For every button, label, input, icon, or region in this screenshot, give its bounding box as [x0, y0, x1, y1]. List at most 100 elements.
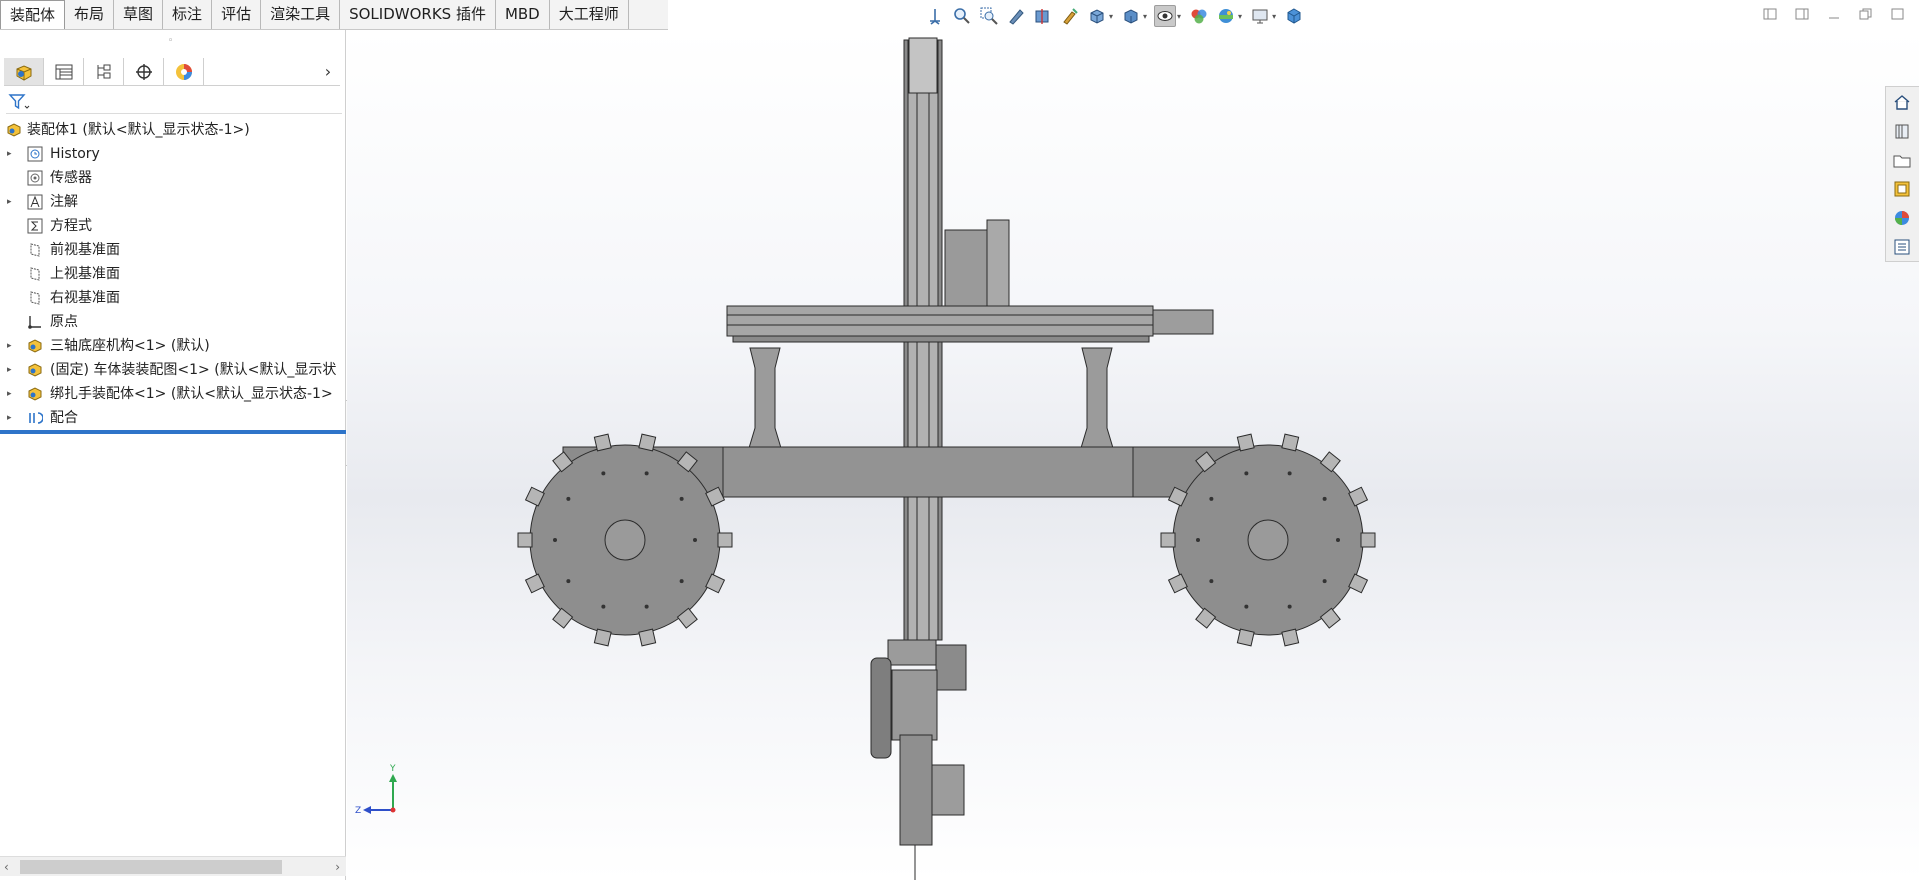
wheel-bolt-hole — [644, 471, 649, 476]
history-icon — [27, 146, 43, 162]
appearances-icon[interactable] — [1886, 203, 1918, 232]
feature-manager-tab[interactable] — [4, 58, 44, 85]
wheel-bolt-hole — [1244, 471, 1249, 476]
tree-item-tri-axis-base[interactable]: ▸ 三轴底座机构<1> (默认) — [0, 334, 346, 358]
tile-left-icon[interactable] — [1761, 4, 1779, 24]
dropdown-arrow-icon[interactable]: ▾ — [1177, 12, 1181, 21]
assembly-model-view[interactable] — [347, 30, 1919, 880]
tree-item-binding-hand[interactable]: ▸ 绑扎手装配体<1> (默认<默认_显示状态-1> — [0, 382, 346, 406]
wheel-claw — [517, 532, 533, 548]
tree-item-history[interactable]: ▸ History — [0, 142, 346, 166]
expand-arrow-icon[interactable]: ▸ — [7, 358, 12, 382]
wheel-claw — [1236, 433, 1255, 452]
tile-right-icon[interactable] — [1793, 4, 1811, 24]
assembly-icon — [6, 122, 22, 138]
restore-icon[interactable] — [1857, 4, 1875, 24]
edit-appearance-icon[interactable] — [1188, 5, 1210, 27]
pane-grip-icon[interactable]: ◦ — [168, 36, 173, 46]
scroll-right-icon[interactable]: › — [335, 857, 340, 877]
tab-solidworks-addins[interactable]: SOLIDWORKS 插件 — [340, 0, 496, 29]
wheel-claw — [593, 628, 612, 647]
wheel-claw — [1281, 628, 1300, 647]
wheel-bolt-hole — [553, 538, 557, 542]
tree-item-mates[interactable]: ▸ 配合 — [0, 406, 346, 430]
tree-item-front-plane[interactable]: 前视基准面 — [0, 238, 346, 262]
plane-icon — [27, 266, 43, 282]
sensor-icon — [27, 170, 43, 186]
hide-show-items-icon[interactable] — [1154, 5, 1177, 27]
view-settings-icon[interactable] — [1249, 5, 1271, 27]
tree-item-top-plane[interactable]: 上视基准面 — [0, 262, 346, 286]
expand-arrow-icon[interactable]: ▸ — [7, 334, 12, 358]
chevron-right-icon[interactable]: › — [316, 58, 340, 85]
horizontal-scrollbar[interactable]: ‹ › — [0, 856, 346, 876]
dropdown-arrow-icon[interactable]: ▾ — [1109, 12, 1113, 21]
home-icon[interactable] — [1886, 87, 1918, 116]
expand-arrow-icon[interactable]: ▸ — [7, 406, 12, 430]
custom-properties-icon[interactable] — [1886, 232, 1918, 261]
expand-arrow-icon[interactable]: ▸ — [7, 190, 12, 214]
feature-manager-tabs: › — [4, 58, 340, 86]
equation-icon — [27, 218, 43, 234]
tree-item-sensors[interactable]: 传感器 — [0, 166, 346, 190]
tab-engineer[interactable]: 大工程师 — [550, 0, 629, 29]
tree-item-equations[interactable]: 方程式 — [0, 214, 346, 238]
previous-view-icon[interactable] — [1005, 5, 1027, 27]
task-pane-tabs — [1885, 86, 1919, 262]
filter-icon[interactable] — [6, 90, 342, 114]
tree-item-right-plane[interactable]: 右视基准面 — [0, 286, 346, 310]
wheel-bolt-hole — [1336, 538, 1340, 542]
property-manager-tab[interactable] — [44, 58, 84, 85]
wheel-bolt-hole — [679, 579, 684, 584]
triad-y-label: Y — [389, 764, 396, 774]
view-orientation-dropdown-icon[interactable] — [1086, 5, 1108, 27]
scrollbar-thumb[interactable] — [20, 860, 282, 874]
tab-sketch[interactable]: 草图 — [114, 0, 164, 29]
tree-root-assembly[interactable]: 装配体1 (默认<默认_显示状态-1>) — [0, 118, 346, 142]
dropdown-arrow-icon[interactable]: ▾ — [1238, 12, 1242, 21]
scroll-left-icon[interactable]: ‹ — [4, 857, 9, 877]
wheel-bolt-hole — [644, 604, 649, 609]
view-orientation-icon[interactable] — [924, 5, 946, 27]
display-style-icon[interactable] — [1120, 5, 1142, 27]
zoom-to-area-icon[interactable] — [978, 5, 1000, 27]
tab-render-tools[interactable]: 渲染工具 — [261, 0, 341, 29]
dropdown-arrow-icon[interactable]: ▾ — [1143, 12, 1147, 21]
wheel-bolt-hole — [1209, 496, 1214, 501]
tab-evaluate[interactable]: 评估 — [212, 0, 262, 29]
display-manager-tab[interactable] — [164, 58, 204, 85]
tree-item-annotations[interactable]: ▸ 注解 — [0, 190, 346, 214]
tab-layout[interactable]: 布局 — [65, 0, 115, 29]
file-explorer-icon[interactable] — [1886, 145, 1918, 174]
3d-view-icon[interactable] — [1283, 5, 1305, 27]
wheel-bolt-hole — [566, 496, 571, 501]
wheel-bolt-hole — [1196, 538, 1200, 542]
wheel-bolt-hole — [1287, 471, 1292, 476]
section-view-icon[interactable] — [1032, 5, 1054, 27]
wheel-bolt-hole — [566, 579, 571, 584]
configuration-manager-tab[interactable] — [84, 58, 124, 85]
dynamic-annotation-icon[interactable] — [1059, 5, 1081, 27]
expand-arrow-icon[interactable]: ▸ — [7, 382, 12, 406]
expand-arrow-icon[interactable]: ▸ — [7, 142, 12, 166]
wheel-claw — [1360, 532, 1376, 548]
wheel-claw — [638, 628, 657, 647]
dimxpert-manager-tab[interactable] — [124, 58, 164, 85]
tab-mbd[interactable]: MBD — [496, 0, 550, 29]
tree-item-vehicle-body[interactable]: ▸ (固定) 车体装装配图<1> (默认<默认_显示状 — [0, 358, 346, 382]
view-palette-icon[interactable] — [1886, 174, 1918, 203]
wheel-bolt-hole — [601, 604, 606, 609]
minimize-icon[interactable] — [1825, 4, 1843, 24]
tab-assembly[interactable]: 装配体 — [0, 0, 66, 29]
tree-item-origin[interactable]: 原点 — [0, 310, 346, 334]
apply-scene-icon[interactable] — [1215, 5, 1237, 27]
wheel-bolt-hole — [1209, 579, 1214, 584]
dropdown-arrow-icon[interactable]: ▾ — [1272, 12, 1276, 21]
tab-markup[interactable]: 标注 — [163, 0, 213, 29]
rollback-bar[interactable] — [0, 430, 346, 434]
zoom-to-fit-icon[interactable] — [951, 5, 973, 27]
maximize-icon[interactable] — [1889, 4, 1907, 24]
design-library-icon[interactable] — [1886, 116, 1918, 145]
graphics-area[interactable]: Y Z — [347, 30, 1919, 880]
plane-icon — [27, 290, 43, 306]
